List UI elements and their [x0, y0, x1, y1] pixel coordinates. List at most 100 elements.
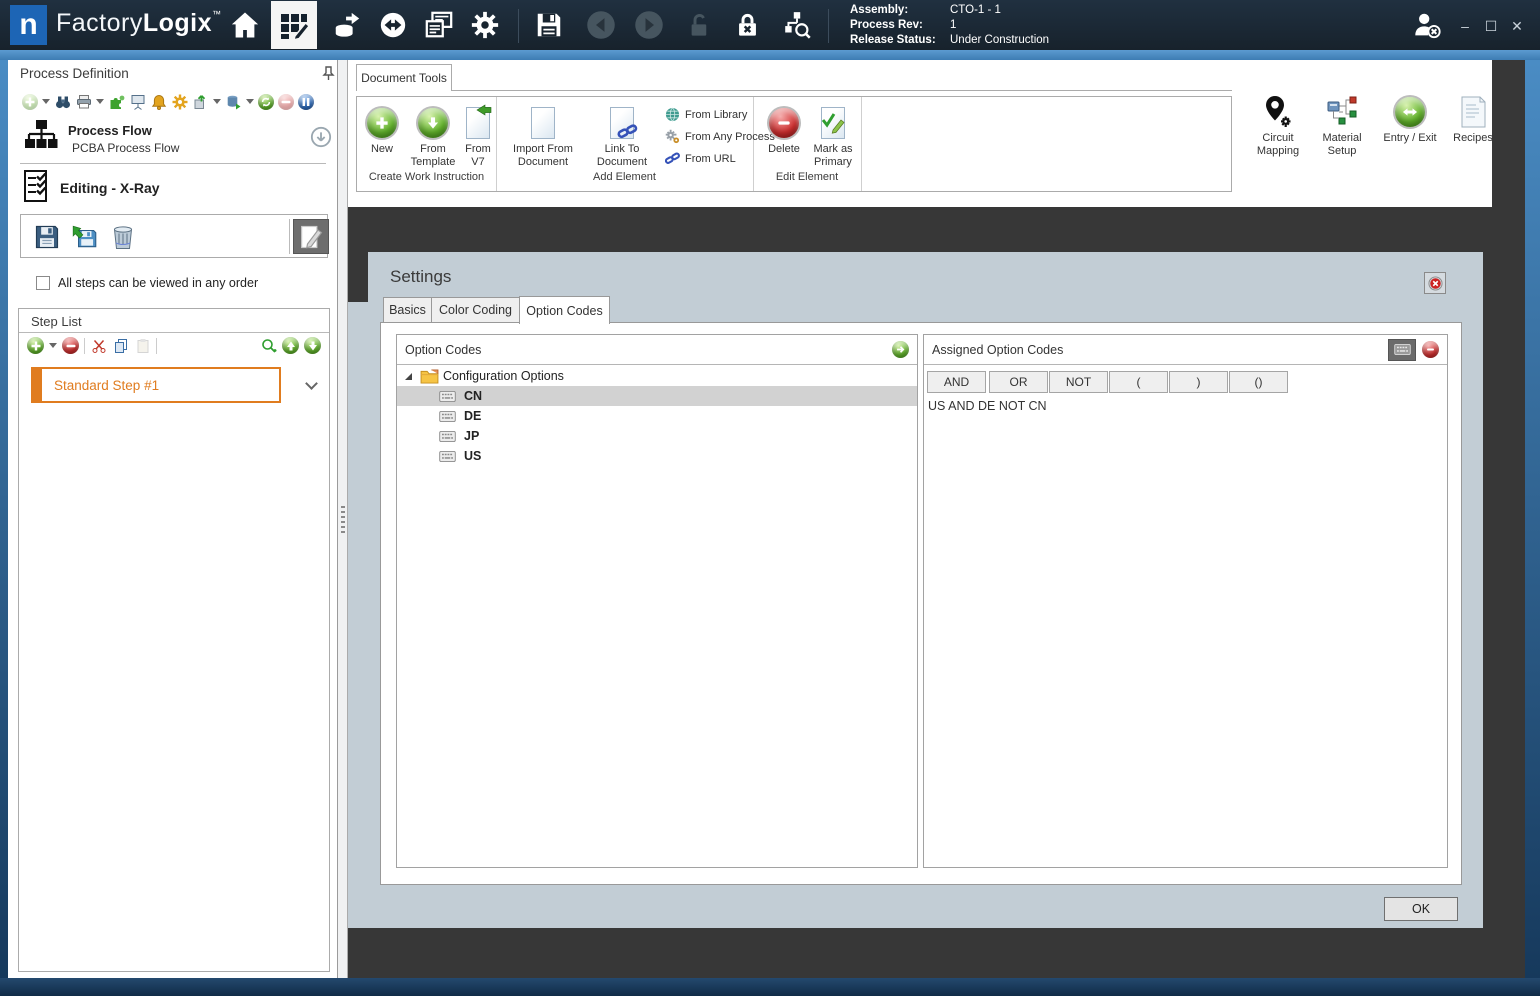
- circuit-mapping-button[interactable]: Circuit Mapping: [1246, 94, 1310, 158]
- alerts-bell-icon[interactable]: [150, 93, 167, 110]
- operator-not-button[interactable]: NOT: [1049, 371, 1108, 393]
- view-order-option[interactable]: All steps can be viewed in any order: [36, 276, 258, 290]
- group-label-create-work-instruction: Create Work Instruction: [368, 171, 485, 183]
- database-export-icon[interactable]: [225, 93, 242, 110]
- paste-icon[interactable]: [134, 337, 151, 354]
- folder-icon: [420, 368, 439, 384]
- tab-color-coding[interactable]: Color Coding: [431, 297, 520, 323]
- find-icon[interactable]: [54, 93, 71, 110]
- back-button[interactable]: [582, 6, 620, 44]
- import-document-button[interactable]: [67, 219, 103, 254]
- titlebar-separator: [828, 9, 829, 43]
- close-button[interactable]: ✕: [1507, 16, 1527, 36]
- edit-document-button[interactable]: [293, 219, 329, 254]
- from-v7-button[interactable]: From V7: [459, 104, 497, 169]
- tree-root-row[interactable]: Configuration Options: [397, 366, 917, 386]
- tree-item-de[interactable]: DE: [397, 406, 917, 426]
- operator-and-button[interactable]: AND: [927, 371, 986, 393]
- from-library-button[interactable]: From Library: [665, 107, 747, 122]
- pin-icon[interactable]: [322, 66, 335, 84]
- recipes-button[interactable]: Recipes: [1446, 94, 1500, 145]
- recipes-icon: [1460, 94, 1486, 130]
- link-to-document-button[interactable]: Link To Document: [585, 105, 659, 169]
- tab-option-codes[interactable]: Option Codes: [519, 296, 610, 324]
- expand-process-flow-button[interactable]: [310, 126, 332, 151]
- operator-parens-button[interactable]: (): [1229, 371, 1288, 393]
- options-gear-icon[interactable]: [171, 93, 188, 110]
- materials-button[interactable]: [328, 6, 366, 44]
- material-setup-button[interactable]: Material Setup: [1310, 94, 1374, 158]
- assembly-label: Assembly:: [850, 4, 909, 16]
- remove-step-icon[interactable]: [62, 337, 79, 354]
- add-process-caret-icon[interactable]: [42, 99, 50, 104]
- order-checkbox-label: All steps can be viewed in any order: [58, 276, 259, 290]
- sync-button[interactable]: [374, 6, 412, 44]
- ok-button[interactable]: OK: [1384, 897, 1458, 921]
- new-work-instruction-button[interactable]: New: [361, 105, 403, 156]
- mark-as-primary-button[interactable]: Mark as Primary: [807, 105, 859, 169]
- operator-open-paren-button[interactable]: (: [1109, 371, 1168, 393]
- process-audit-button[interactable]: [778, 6, 816, 44]
- from-template-button[interactable]: From Template: [403, 105, 463, 169]
- tree-expander-icon[interactable]: [405, 372, 412, 380]
- sync-icon: [380, 12, 406, 38]
- dialog-close-button[interactable]: [1424, 272, 1446, 294]
- factorylogix-logo: n: [10, 5, 47, 45]
- home-button[interactable]: [226, 6, 264, 44]
- keyboard-entry-button[interactable]: [1388, 338, 1416, 361]
- forward-button[interactable]: [630, 6, 668, 44]
- move-step-up-icon[interactable]: [282, 337, 299, 354]
- step-expand-chevron-icon[interactable]: [305, 377, 318, 390]
- copy-icon[interactable]: [112, 337, 129, 354]
- unlock-button[interactable]: [680, 6, 718, 44]
- process-definition-button[interactable]: [271, 1, 317, 49]
- from-any-process-button[interactable]: From Any Process: [665, 129, 775, 144]
- logout-user-button[interactable]: [1408, 6, 1446, 44]
- add-step-caret-icon[interactable]: [49, 343, 57, 348]
- lock-close-button[interactable]: [728, 6, 766, 44]
- minimize-button[interactable]: –: [1455, 16, 1475, 36]
- save-document-button[interactable]: [29, 219, 65, 254]
- pause-icon[interactable]: [298, 93, 314, 110]
- tree-item-jp[interactable]: JP: [397, 426, 917, 446]
- connect-icon[interactable]: [108, 93, 125, 110]
- move-step-down-icon[interactable]: [304, 337, 321, 354]
- delete-document-button[interactable]: [105, 219, 141, 254]
- save-button[interactable]: [530, 6, 568, 44]
- delete-element-button[interactable]: Delete: [761, 105, 807, 156]
- app-window: n FactoryLogix™ Assembly: CTO-1 - 1 Proc…: [0, 0, 1540, 996]
- reports-icon: [425, 11, 453, 38]
- order-checkbox[interactable]: [36, 276, 50, 290]
- assign-option-code-button[interactable]: [892, 341, 909, 358]
- panel-splitter[interactable]: [338, 60, 348, 978]
- maximize-button[interactable]: ☐: [1481, 16, 1501, 36]
- tab-document-tools[interactable]: Document Tools: [356, 64, 452, 91]
- step-list-item[interactable]: Standard Step #1: [31, 367, 281, 403]
- reports-button[interactable]: [420, 6, 458, 44]
- tab-basics[interactable]: Basics: [383, 297, 432, 323]
- mark-as-primary-icon: [821, 105, 845, 141]
- operator-or-button[interactable]: OR: [989, 371, 1048, 393]
- operator-close-paren-button[interactable]: ): [1169, 371, 1228, 393]
- clear-expression-button[interactable]: [1422, 341, 1439, 358]
- entry-exit-button[interactable]: Entry / Exit: [1374, 94, 1446, 145]
- find-step-icon[interactable]: [260, 337, 277, 354]
- from-url-button[interactable]: From URL: [665, 151, 736, 166]
- present-icon[interactable]: [129, 93, 146, 110]
- import-from-document-button[interactable]: Import From Document: [503, 105, 583, 169]
- print-icon[interactable]: [75, 93, 92, 110]
- tree-item-cn[interactable]: CN: [397, 386, 917, 406]
- settings-button[interactable]: [466, 6, 504, 44]
- tree-item-us[interactable]: US: [397, 446, 917, 466]
- step-list-toolbar: [27, 337, 321, 354]
- stop-icon[interactable]: [278, 93, 294, 110]
- refresh-icon[interactable]: [258, 93, 274, 110]
- export-caret-icon[interactable]: [213, 99, 221, 104]
- add-process-icon[interactable]: [22, 93, 38, 110]
- database-export-caret-icon[interactable]: [246, 99, 254, 104]
- export-icon[interactable]: [192, 93, 209, 110]
- cut-icon[interactable]: [90, 337, 107, 354]
- add-step-icon[interactable]: [27, 337, 44, 354]
- toolbar-separator: [84, 337, 85, 354]
- print-caret-icon[interactable]: [96, 99, 104, 104]
